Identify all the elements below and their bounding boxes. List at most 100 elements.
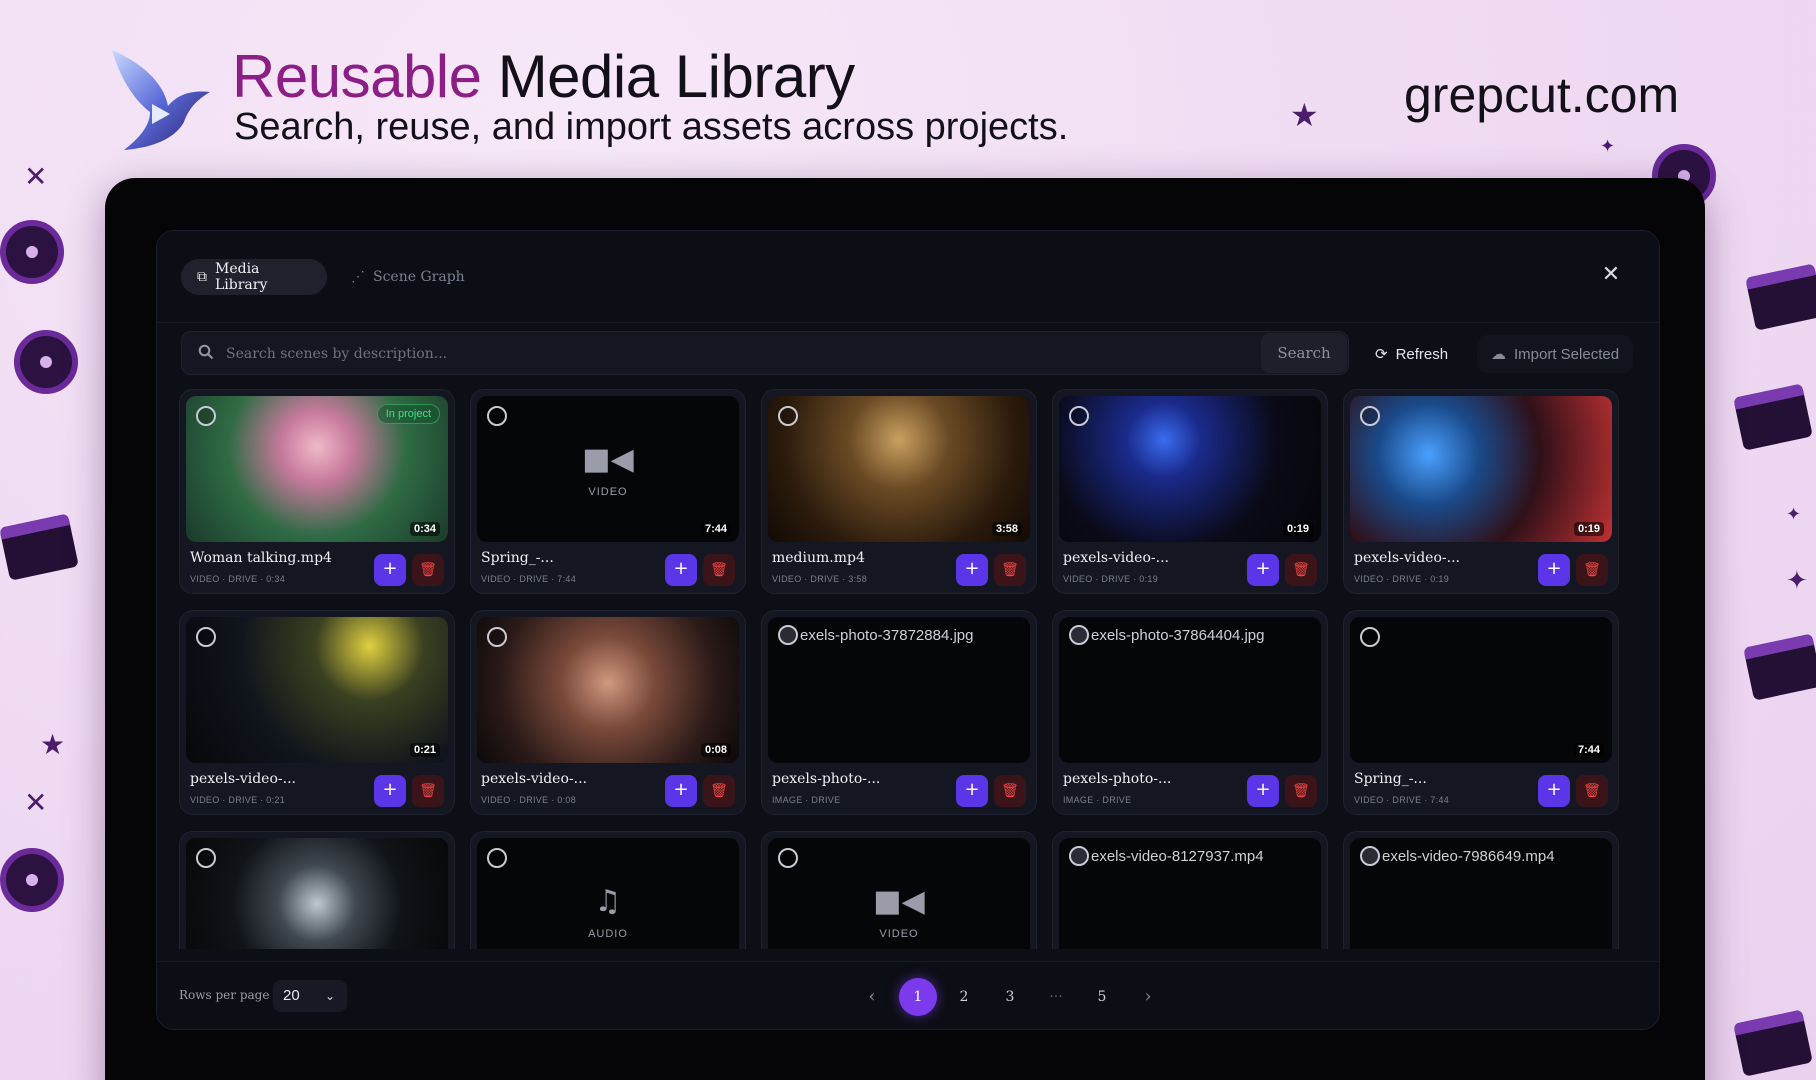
delete-button[interactable]: 🗑 [412, 554, 444, 586]
media-thumbnail: 0:08 [477, 617, 739, 763]
media-name: pexels-video-... [1063, 550, 1169, 566]
duration-label: 0:08 [700, 743, 731, 757]
film-reel-decoration-icon [14, 330, 78, 394]
media-card[interactable]: ■◀ VIDEO [761, 831, 1037, 949]
add-to-project-button[interactable]: + [1247, 554, 1279, 586]
rows-per-page-select[interactable]: 20 ⌄ [273, 980, 347, 1012]
media-meta: VIDEO · DRIVE · 0:19 [1063, 574, 1159, 584]
audio-icon: ♫ [594, 884, 622, 919]
select-checkbox[interactable] [1360, 406, 1380, 426]
media-card[interactable]: ■◀ VIDEO 7:44 Spring_-... VIDEO · DRIVE · 7:… [470, 389, 746, 594]
next-page-icon[interactable]: › [1129, 978, 1167, 1016]
add-to-project-button[interactable]: + [665, 554, 697, 586]
select-checkbox[interactable] [1069, 406, 1089, 426]
import-label: Import Selected [1514, 345, 1620, 363]
media-card[interactable]: exels-video-8127937.mp4 [1052, 831, 1328, 949]
media-thumbnail: ♫ AUDIO [477, 838, 739, 949]
add-to-project-button[interactable]: + [956, 554, 988, 586]
select-checkbox[interactable] [778, 406, 798, 426]
delete-button[interactable]: 🗑 [1576, 554, 1608, 586]
select-checkbox[interactable] [487, 406, 507, 426]
duration-label: 0:19 [1282, 522, 1313, 536]
media-card[interactable]: 0:19 pexels-video-... VIDEO · DRIVE · 0:19… [1343, 389, 1619, 594]
delete-button[interactable]: 🗑 [994, 775, 1026, 807]
delete-button[interactable]: 🗑 [994, 554, 1026, 586]
media-card[interactable]: ♫ AUDIO [470, 831, 746, 949]
select-checkbox[interactable] [487, 848, 507, 868]
page-button-2[interactable]: 2 [945, 978, 983, 1016]
delete-button[interactable]: 🗑 [703, 554, 735, 586]
clapperboard-decoration-icon [1745, 263, 1816, 331]
add-to-project-button[interactable]: + [1538, 775, 1570, 807]
prev-page-icon[interactable]: ‹ [853, 978, 891, 1016]
tab-scene-graph[interactable]: ⋰ Scene Graph [335, 259, 481, 295]
add-to-project-button[interactable]: + [1247, 775, 1279, 807]
media-meta: IMAGE · DRIVE [1063, 795, 1132, 805]
media-meta: VIDEO · DRIVE · 0:34 [190, 574, 286, 584]
add-to-project-button[interactable]: + [956, 775, 988, 807]
select-checkbox[interactable] [196, 848, 216, 868]
refresh-label: Refresh [1395, 345, 1449, 363]
delete-button[interactable]: 🗑 [1576, 775, 1608, 807]
delete-button[interactable]: 🗑 [703, 775, 735, 807]
alt-text: exels-video-8127937.mp4 [1091, 847, 1264, 865]
media-card[interactable]: 3:58 medium.mp4 VIDEO · DRIVE · 3:58 + 🗑 [761, 389, 1037, 594]
broken-image-icon [1360, 846, 1380, 866]
clapperboard-decoration-icon [1743, 633, 1816, 701]
delete-button[interactable]: 🗑 [1285, 775, 1317, 807]
media-thumbnail: ■◀ VIDEO [768, 838, 1030, 949]
media-card[interactable]: 0:08 pexels-video-... VIDEO · DRIVE · 0:08… [470, 610, 746, 815]
media-name: Spring_-... [1354, 771, 1427, 787]
sparkle-decoration-icon: ✦ [1786, 504, 1802, 525]
search-input[interactable] [226, 340, 1256, 368]
alt-text: exels-video-7986649.mp4 [1382, 847, 1555, 865]
media-thumbnail [186, 838, 448, 949]
page-button-1[interactable]: 1 [899, 978, 937, 1016]
close-button[interactable]: ✕ [1597, 261, 1625, 289]
select-checkbox[interactable] [778, 848, 798, 868]
page-button-3[interactable]: 3 [991, 978, 1029, 1016]
select-checkbox[interactable] [1360, 627, 1380, 647]
select-checkbox[interactable] [196, 406, 216, 426]
media-card[interactable]: 7:44 Spring_-... VIDEO · DRIVE · 7:44 + 🗑 [1343, 610, 1619, 815]
media-card[interactable]: exels-video-7986649.mp4 [1343, 831, 1619, 949]
media-thumbnail: 3:58 [768, 396, 1030, 542]
media-card[interactable]: exels-photo-37864404.jpg pexels-photo-...… [1052, 610, 1328, 815]
broken-image-alt[interactable]: exels-video-8127937.mp4 [1069, 846, 1264, 866]
media-name: Spring_-... [481, 550, 554, 566]
select-checkbox[interactable] [487, 627, 507, 647]
duration-label: 3:58 [991, 522, 1022, 536]
delete-button[interactable]: 🗑 [412, 775, 444, 807]
add-to-project-button[interactable]: + [665, 775, 697, 807]
media-thumbnail: 0:19 [1350, 396, 1612, 542]
media-card[interactable]: 0:21 pexels-video-... VIDEO · DRIVE · 0:21… [179, 610, 455, 815]
chevron-down-icon: ⌄ [324, 989, 335, 1003]
delete-button[interactable]: 🗑 [1285, 554, 1317, 586]
media-card[interactable]: In project 0:34 Woman talking.mp4 VIDEO · D… [179, 389, 455, 594]
sparkle-decoration-icon: ✦ [1786, 566, 1808, 596]
media-card[interactable]: exels-photo-37872884.jpg pexels-photo-...… [761, 610, 1037, 815]
page-button-5[interactable]: 5 [1083, 978, 1121, 1016]
media-meta: IMAGE · DRIVE [772, 795, 841, 805]
media-library-modal: ⧉ Media Library ⋰ Scene Graph ✕ Search ⟳… [156, 230, 1660, 1030]
broken-image-alt[interactable]: exels-photo-37864404.jpg [1069, 625, 1264, 645]
broken-image-icon [778, 625, 798, 645]
select-checkbox[interactable] [196, 627, 216, 647]
pagination-ellipsis[interactable]: ··· [1037, 978, 1075, 1016]
broken-image-alt[interactable]: exels-video-7986649.mp4 [1360, 846, 1555, 866]
media-name: pexels-video-... [1354, 550, 1460, 566]
import-selected-button[interactable]: ☁ Import Selected [1477, 335, 1634, 373]
add-to-project-button[interactable]: + [374, 554, 406, 586]
media-type-label: VIDEO [588, 486, 628, 498]
tab-media-library[interactable]: ⧉ Media Library [181, 259, 327, 295]
media-name: pexels-video-... [190, 771, 296, 787]
media-card[interactable] [179, 831, 455, 949]
refresh-button[interactable]: ⟳ Refresh [1361, 335, 1462, 373]
broken-image-alt[interactable]: exels-photo-37872884.jpg [778, 625, 973, 645]
media-type-label: AUDIO [588, 928, 628, 940]
search-button[interactable]: Search [1261, 333, 1347, 373]
add-to-project-button[interactable]: + [374, 775, 406, 807]
add-to-project-button[interactable]: + [1538, 554, 1570, 586]
media-card[interactable]: 0:19 pexels-video-... VIDEO · DRIVE · 0:19… [1052, 389, 1328, 594]
broken-image-icon [1069, 625, 1089, 645]
